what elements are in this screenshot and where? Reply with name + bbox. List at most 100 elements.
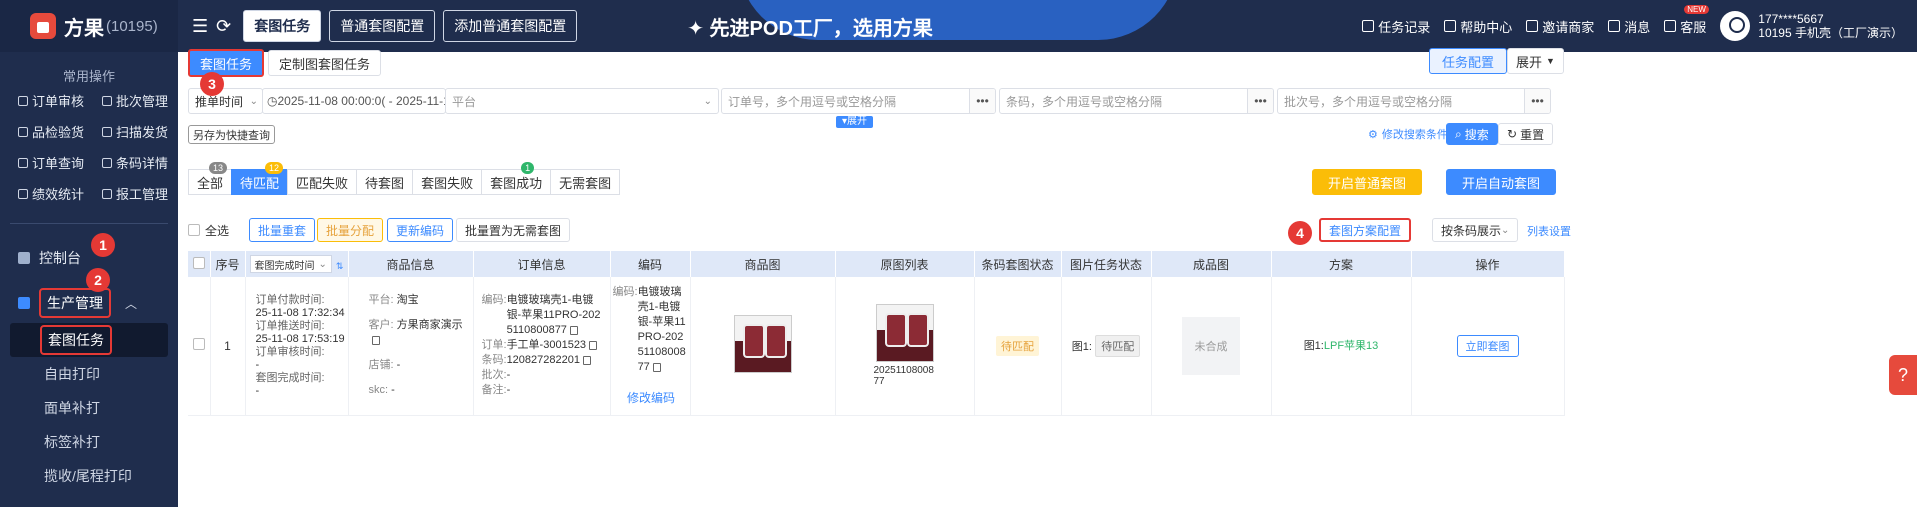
main-content: 套图任务 定制图套图任务 任务配置 展开 ▼ 推单时间 ⌄ ◷ 2025-11-08 … <box>178 48 1917 507</box>
user-info[interactable]: 177****5667 10195 手机壳（工厂演示） <box>1758 12 1903 40</box>
quick-performance[interactable]: 绩效统计 <box>18 184 102 203</box>
copy-icon[interactable] <box>582 355 591 365</box>
user-phone: 177****5667 <box>1758 12 1824 26</box>
row-checkbox[interactable] <box>192 338 205 351</box>
update-code-button[interactable]: 更新编码 <box>387 218 454 242</box>
batch-redo-button[interactable]: 批量重套 <box>249 218 316 242</box>
kv-key: 店铺: <box>368 359 394 372</box>
quick-work-report[interactable]: 报工管理 <box>102 184 186 203</box>
top-tab-mockup-task[interactable]: 套图任务 <box>243 10 322 42</box>
sidebar-sub-label-reprint[interactable]: 标签补打 <box>0 425 178 459</box>
copy-icon[interactable] <box>371 335 380 345</box>
batch-assign-button[interactable]: 批量分配 <box>317 218 384 242</box>
copy-icon[interactable] <box>569 325 578 335</box>
platform-select[interactable]: 平台 ⌄ <box>445 88 719 114</box>
quick-ops-title: 常用操作 <box>62 69 115 84</box>
status-tab-pending-match[interactable]: 待匹配 12 <box>231 162 289 195</box>
copy-icon[interactable] <box>589 340 598 350</box>
slogan: ✦ 先进POD工厂，选用方果 <box>687 17 933 40</box>
col-order-info: 订单信息 <box>473 251 611 277</box>
help-center-link[interactable]: 帮助中心 <box>1444 17 1512 36</box>
barcode-input[interactable]: 条码，多个用逗号或空格分隔 ••• <box>999 88 1274 114</box>
quick-order-query[interactable]: 订单查询 <box>18 153 102 172</box>
quick-scan-ship[interactable]: 扫描发货 <box>102 122 186 141</box>
messages-link[interactable]: 消息 <box>1608 17 1650 36</box>
quick-inspection[interactable]: 品检验货 <box>18 122 102 141</box>
col-code: 编码 <box>610 251 691 277</box>
status-tab-pending-mockup[interactable]: 待套图 <box>356 169 414 195</box>
select-all-checkbox[interactable] <box>188 224 200 236</box>
sort-field-select[interactable]: 套图完成时间 ⌄ <box>249 255 332 273</box>
barcode-icon <box>102 157 112 168</box>
row-product-info: 平台: 淘宝 客户: 方果商家演示 店铺: - skc: - <box>348 277 474 415</box>
date-range-picker[interactable]: ◷2025-11-08 00:00:0( - 2025-11-11 23:59:… <box>262 88 446 114</box>
reset-button[interactable]: ↻ 重置 <box>1498 123 1554 145</box>
open-normal-mockup-button[interactable]: 开启普通套图 <box>1312 169 1422 195</box>
sort-icon[interactable]: ⇅ <box>336 261 344 271</box>
kv-key: 图1: <box>1303 339 1324 352</box>
row-times: 订单付款时间: 25-11-08 17:32:34 订单推送时间: 25-11-… <box>245 277 349 415</box>
modify-code-link[interactable]: 修改编码 <box>613 389 690 406</box>
sidebar-sub-label: 揽收/尾程打印 <box>44 468 132 484</box>
col-index: 序号 <box>210 251 246 277</box>
display-mode-select[interactable]: 按条码展示 ⌄ <box>1432 218 1518 242</box>
col-complete-time[interactable]: 套图完成时间 ⌄ ⇅ <box>245 251 349 277</box>
help-icon <box>1444 20 1457 32</box>
original-thumbnail[interactable] <box>875 304 934 363</box>
sidebar-sub-pickup-print[interactable]: 揽收/尾程打印 <box>0 459 178 493</box>
column-settings-link[interactable]: 列表设置 <box>1527 223 1571 239</box>
product-thumbnail[interactable] <box>733 315 792 374</box>
refresh-icon[interactable]: ⟳ <box>216 16 231 37</box>
status-tab-match-failed[interactable]: 匹配失败 <box>287 169 358 195</box>
avatar[interactable] <box>1720 11 1751 41</box>
quick-barcode-detail[interactable]: 条码详情 <box>102 153 186 172</box>
batch-no-mockup-button[interactable]: 批量置为无需套图 <box>456 218 571 242</box>
search-button[interactable]: ⌕ 搜索 <box>1446 123 1498 145</box>
sidebar-item-console[interactable]: 控制台 <box>0 244 178 272</box>
task-records-link[interactable]: 任务记录 <box>1362 17 1430 36</box>
quick-order-review[interactable]: 订单审核 <box>18 91 102 110</box>
menu-collapse-icon[interactable]: ☰ <box>192 16 208 37</box>
status-tab-mockup-failed[interactable]: 套图失败 <box>412 169 483 195</box>
batch-no-input[interactable]: 批次号，多个用逗号或空格分隔 ••• <box>1277 88 1551 114</box>
status-label: 全部 <box>197 175 224 191</box>
more-icon[interactable]: ••• <box>969 89 995 113</box>
more-icon[interactable]: ••• <box>1524 89 1550 113</box>
tab-mockup-task[interactable]: 套图任务 <box>188 49 265 77</box>
tab-custom-mockup-task[interactable]: 定制图套图任务 <box>268 50 382 76</box>
status-tab-mockup-success[interactable]: 套图成功 1 <box>481 162 552 195</box>
kv-key: 图1: <box>1071 340 1092 353</box>
status-tab-all[interactable]: 全部 13 <box>188 162 233 195</box>
help-float-button[interactable]: ? <box>1889 355 1917 395</box>
time-type-select[interactable]: 推单时间 ⌄ <box>188 88 263 114</box>
topbar-right: 任务记录 帮助中心 邀请商家 消息 客服 NEW 177****5667 1019… <box>1362 0 1917 52</box>
sidebar-item-production[interactable]: 生产管理 ︿ <box>0 283 178 323</box>
more-icon[interactable]: ••• <box>1247 89 1273 113</box>
order-no-input[interactable]: 订单号，多个用逗号或空格分隔 ••• <box>721 88 996 114</box>
invite-merchant-link[interactable]: 邀请商家 <box>1526 17 1594 36</box>
modify-search-conditions[interactable]: ⚙ 修改搜索条件 <box>1368 126 1448 142</box>
scheme-value[interactable]: LPF苹果13 <box>1324 340 1378 352</box>
status-tab-no-mockup[interactable]: 无需套图 <box>550 169 621 195</box>
save-quick-query-button[interactable]: 另存为快捷查询 <box>188 125 275 144</box>
top-tab-normal-config[interactable]: 普通套图配置 <box>329 10 436 42</box>
quick-batch-manage[interactable]: 批次管理 <box>102 91 186 110</box>
copy-icon[interactable] <box>652 362 661 372</box>
brand-logo[interactable]: 方果 (10195) <box>0 0 178 52</box>
sidebar-sub-waybill-reprint[interactable]: 面单补打 <box>0 391 178 425</box>
inspect-icon <box>18 126 28 137</box>
checklist-icon <box>18 95 28 106</box>
mockup-now-button[interactable]: 立即套图 <box>1456 334 1519 357</box>
scheme-config-button[interactable]: 套图方案配置 <box>1319 218 1412 242</box>
sidebar-sub-free-print[interactable]: 自由打印 <box>0 357 178 391</box>
open-auto-mockup-button[interactable]: 开启自动套图 <box>1446 169 1556 195</box>
quick-label: 条码详情 <box>116 156 169 171</box>
header-checkbox[interactable] <box>192 256 205 269</box>
customer-service-link[interactable]: 客服 NEW <box>1664 4 1709 36</box>
col-finished-image: 成品图 <box>1151 251 1272 277</box>
top-tab-add-config[interactable]: 添加普通套图配置 <box>443 10 578 42</box>
sidebar-sub-mockup-task[interactable]: 套图任务 <box>10 323 168 357</box>
select-all[interactable]: 全选 <box>188 218 229 242</box>
expand-toggle[interactable]: ▾展开 <box>836 116 874 128</box>
original-filename: 2025110800877 <box>873 365 934 388</box>
